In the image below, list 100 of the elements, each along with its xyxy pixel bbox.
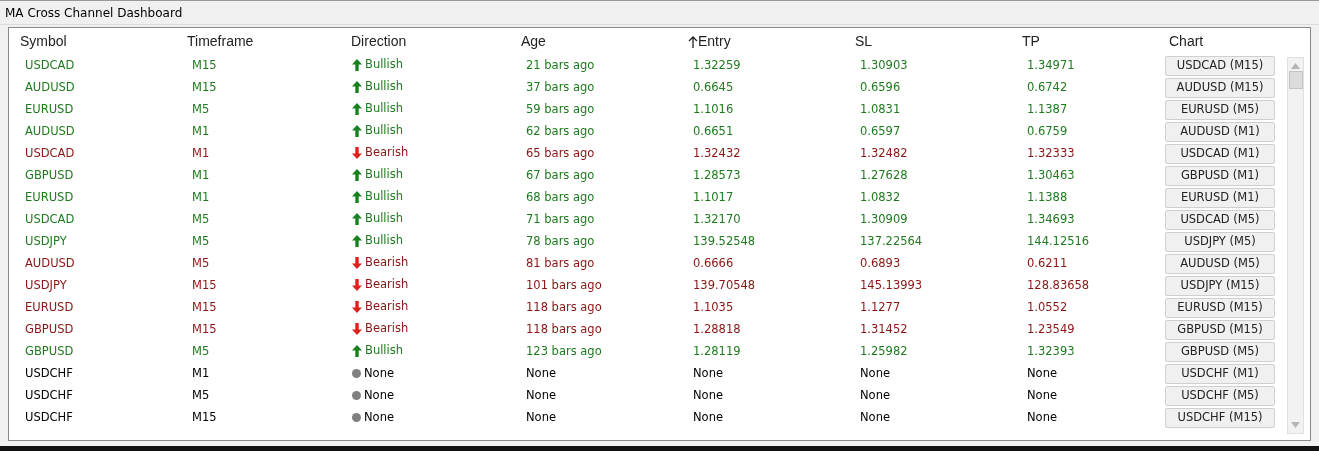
timeframe-cell-text: M1 [191,145,211,163]
dot-icon [352,390,361,400]
chart-button[interactable]: USDJPY (M15) [1165,276,1275,296]
direction-cell: None [352,364,394,383]
stop-loss-cell-text: 1.27628 [859,167,909,185]
scroll-down-icon[interactable] [1291,422,1300,428]
timeframe-cell-text: M5 [191,255,211,273]
column-header[interactable]: TP [1011,31,1158,52]
age-cell-text: 123 bars ago [525,343,603,361]
timeframe-cell-text: M5 [191,211,211,229]
chart-button[interactable]: AUDUSD (M1) [1165,122,1275,142]
entry-cell-text: 1.1017 [692,189,735,207]
column-header[interactable]: Timeframe [176,31,340,52]
entry-cell-text: 0.6645 [692,79,735,97]
direction-cell: Bullish [352,78,404,96]
stop-loss-cell-text: None [859,365,891,383]
symbol-cell-text: AUDUSD [24,79,76,97]
take-profit-cell-text: 1.34693 [1026,211,1076,229]
scrollbar-thumb[interactable] [1288,71,1303,89]
age-cell-text: 65 bars ago [525,145,596,163]
take-profit-cell-text: 0.6211 [1026,255,1069,273]
direction-cell: Bearish [352,276,409,294]
age-cell-text: 37 bars ago [525,79,596,97]
symbol-cell-text: USDJPY [24,277,68,295]
scroll-up-icon[interactable] [1291,63,1300,69]
window-title: MA Cross Channel Dashboard [0,1,1319,25]
direction-cell: Bullish [352,100,404,118]
direction-cell: Bullish [352,122,404,140]
chart-button[interactable]: EURUSD (M5) [1165,100,1275,120]
direction-cell: Bearish [352,320,409,338]
entry-cell-text: 0.6651 [692,123,735,141]
symbol-cell-text: GBPUSD [24,321,75,339]
chart-button[interactable]: USDJPY (M5) [1165,232,1275,252]
stop-loss-cell-text: 1.30903 [859,57,909,75]
take-profit-cell-text: 0.6759 [1026,123,1069,141]
chart-button[interactable]: EURUSD (M15) [1165,298,1275,318]
timeframe-cell-text: M15 [191,409,218,427]
symbol-cell-text: USDJPY [24,233,68,251]
chart-button[interactable]: GBPUSD (M5) [1165,342,1275,362]
entry-cell-text: 1.32432 [692,145,742,163]
symbol-cell-text: USDCAD [24,57,76,75]
symbol-cell-text: AUDUSD [24,255,76,273]
down-arrow-icon [352,300,362,313]
direction-cell: Bearish [352,298,409,316]
take-profit-cell-text: 1.1388 [1026,189,1069,207]
column-header[interactable]: Chart [1158,31,1278,52]
stop-loss-cell-text: 1.32482 [859,145,909,163]
scrollbar[interactable] [1287,57,1304,434]
stop-loss-cell-text: None [859,409,891,427]
stop-loss-cell-text: 0.6596 [859,79,902,97]
chart-button[interactable]: USDCAD (M15) [1165,56,1275,76]
timeframe-cell-text: M5 [191,343,211,361]
age-cell-text: 62 bars ago [525,123,596,141]
take-profit-cell-text: None [1026,365,1058,383]
age-cell-text: 59 bars ago [525,101,596,119]
timeframe-cell-text: M1 [191,365,211,383]
up-arrow-icon [352,102,362,115]
chart-button[interactable]: EURUSD (M1) [1165,188,1275,208]
entry-cell-text: 1.1035 [692,299,735,317]
take-profit-cell-text: None [1026,387,1058,405]
column-header[interactable]: Direction [340,31,510,52]
down-arrow-icon [352,322,362,335]
chart-button[interactable]: GBPUSD (M15) [1165,320,1275,340]
entry-cell-text: 1.28818 [692,321,742,339]
stop-loss-cell-text: 0.6597 [859,123,902,141]
chart-button[interactable]: USDCAD (M5) [1165,210,1275,230]
entry-cell-text: 1.28119 [692,343,742,361]
chart-button[interactable]: GBPUSD (M1) [1165,166,1275,186]
chart-button[interactable]: USDCHF (M15) [1165,408,1275,428]
chart-button[interactable]: USDCHF (M5) [1165,386,1275,406]
symbol-cell-text: USDCHF [24,387,74,405]
chart-button[interactable]: AUDUSD (M5) [1165,254,1275,274]
entry-cell-text: 139.52548 [692,233,757,251]
entry-cell-text: 0.6666 [692,255,735,273]
entry-cell-text: 1.32170 [692,211,742,229]
stop-loss-cell-text: 145.13993 [859,277,924,295]
column-header[interactable]: SL [844,31,1011,52]
age-cell-text: 71 bars ago [525,211,596,229]
column-header[interactable]: Age [510,31,677,52]
entry-cell-text: 1.28573 [692,167,742,185]
symbol-cell-text: EURUSD [24,299,75,317]
down-arrow-icon [352,256,362,269]
column-header[interactable]: Entry [677,31,844,52]
direction-cell: Bullish [352,232,404,250]
column-header[interactable]: Symbol [9,31,176,52]
timeframe-cell-text: M1 [191,189,211,207]
timeframe-cell-text: M15 [191,299,218,317]
direction-cell: Bearish [352,254,409,272]
age-cell-text: 21 bars ago [525,57,596,75]
dot-icon [352,412,361,422]
chart-button[interactable]: AUDUSD (M15) [1165,78,1275,98]
age-cell-text: 67 bars ago [525,167,596,185]
stop-loss-cell-text: 1.1277 [859,299,902,317]
up-arrow-icon [352,168,362,181]
chart-button[interactable]: USDCHF (M1) [1165,364,1275,384]
up-arrow-icon [352,344,362,357]
chart-button[interactable]: USDCAD (M1) [1165,144,1275,164]
take-profit-cell-text: 1.0552 [1026,299,1069,317]
stop-loss-cell-text: 1.0832 [859,189,902,207]
direction-cell: Bullish [352,56,404,74]
